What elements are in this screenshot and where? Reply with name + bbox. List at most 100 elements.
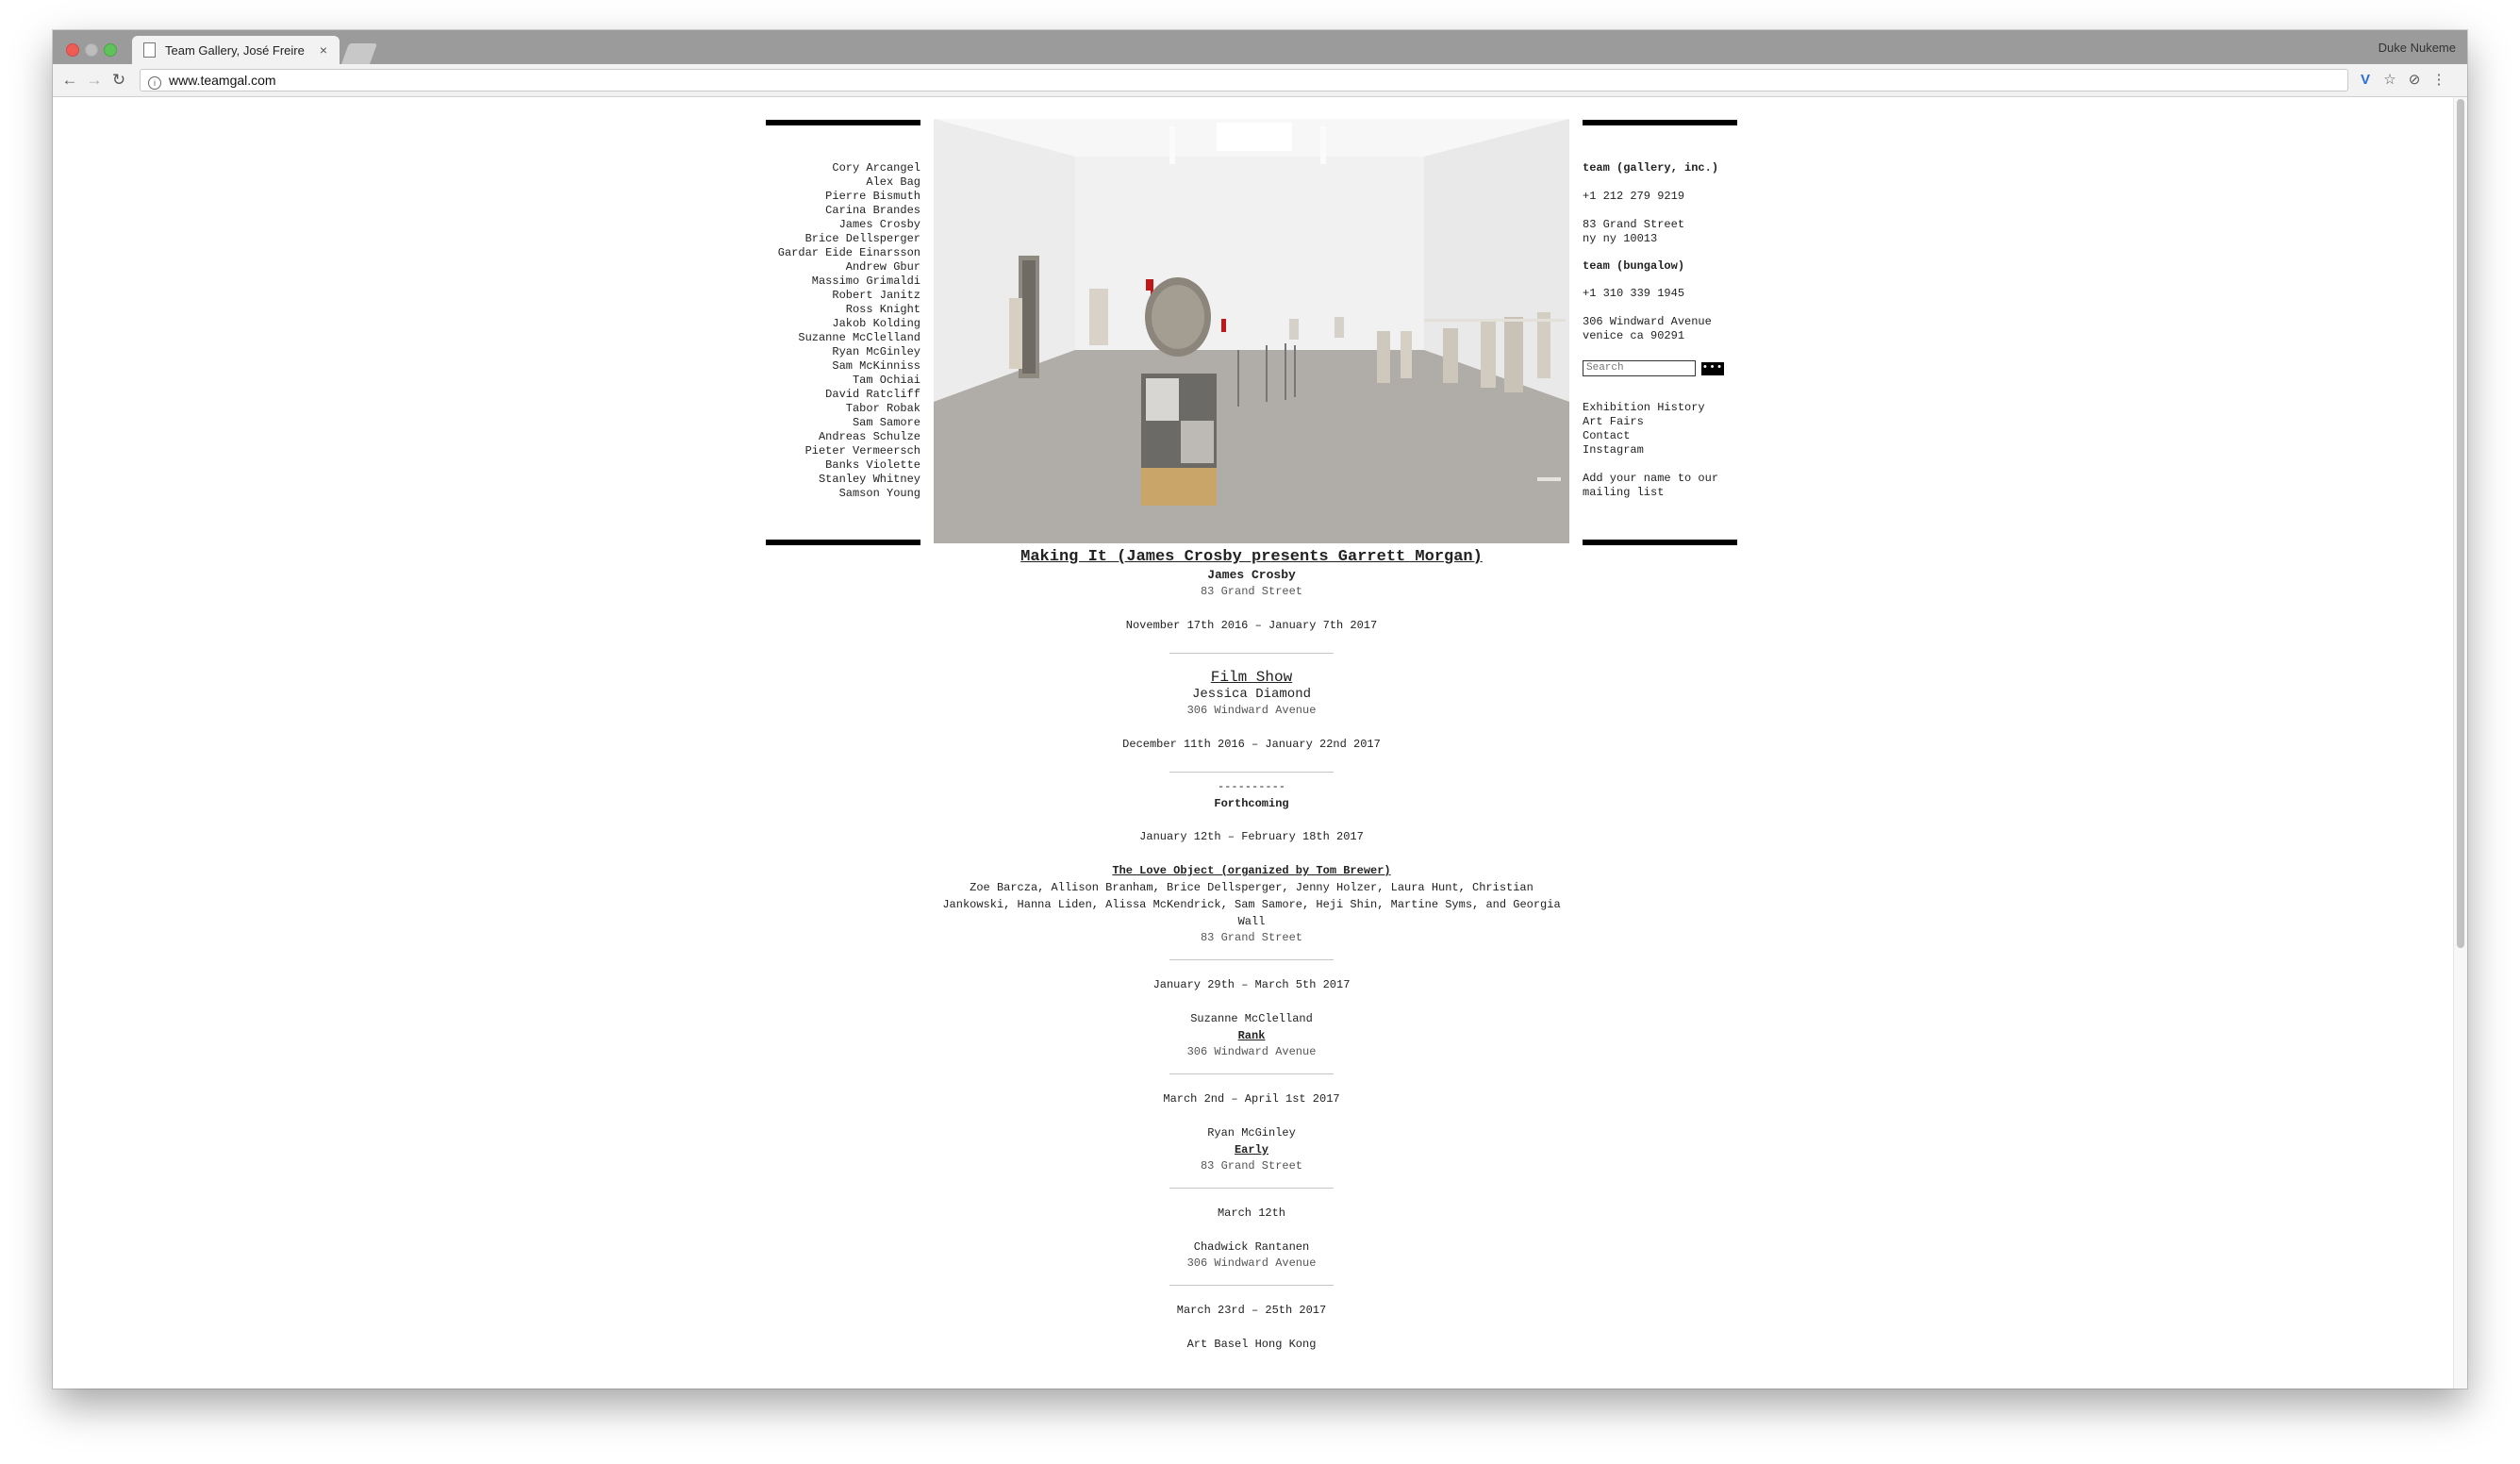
artist-link[interactable]: Tam Ochiai — [766, 374, 920, 388]
separator — [1169, 1188, 1334, 1189]
tab-title: Team Gallery, José Freire — [165, 42, 305, 58]
forthcoming-location: 83 Grand Street — [1200, 1159, 1303, 1173]
gallery-address-line-1: 83 Grand Street — [1583, 218, 1685, 231]
forward-arrow-icon[interactable]: → — [85, 71, 104, 90]
bookmark-star-icon[interactable]: ☆ — [2380, 71, 2399, 90]
exhibition-title[interactable]: Making It (James Crosby presents Garrett… — [934, 548, 1569, 567]
menu-icon[interactable]: ⋮ — [2429, 71, 2448, 90]
address-bar[interactable]: i www.teamgal.com — [140, 69, 2348, 92]
profile-name[interactable]: Duke Nukeme — [2379, 41, 2456, 55]
artist-link[interactable]: Pierre Bismuth — [766, 190, 920, 204]
exhibition-dates: November 17th 2016 – January 7th 2017 — [1125, 619, 1378, 632]
bungalow-name: team (bungalow) — [1583, 259, 1685, 273]
forthcoming-title[interactable]: The Love Object (organized by Tom Brewer… — [934, 862, 1569, 879]
document-icon — [143, 42, 156, 58]
artist-link[interactable]: Massimo Grimaldi — [766, 274, 920, 289]
forthcoming-dates: January 12th – February 18th 2017 — [1139, 830, 1364, 843]
forthcoming-artist: Chadwick Rantanen — [1193, 1240, 1310, 1254]
artist-link[interactable]: Andrew Gbur — [766, 260, 920, 274]
separator — [1169, 959, 1334, 960]
bungalow-phone[interactable]: +1 310 339 1945 — [1583, 287, 1737, 301]
back-arrow-icon[interactable]: ← — [60, 71, 79, 90]
mailing-list-text-2: mailing list — [1583, 486, 1665, 499]
bungalow-address-line-1: 306 Windward Avenue — [1583, 315, 1712, 328]
artist-link[interactable]: Gardar Eide Einarsson — [766, 246, 920, 260]
forthcoming-artist: Suzanne McClelland — [1190, 1012, 1313, 1025]
artist-link[interactable]: Sam Samore — [766, 416, 920, 430]
mailing-list-link[interactable]: Add your name to our mailing list — [1583, 472, 1737, 500]
forthcoming-title[interactable]: Rank — [934, 1027, 1569, 1044]
forthcoming-artists: Zoe Barcza, Allison Branham, Brice Dells… — [942, 881, 1561, 928]
artist-link[interactable]: Suzanne McClelland — [766, 331, 920, 345]
bottom-rule — [766, 540, 920, 545]
separator — [1169, 653, 1334, 654]
search-button[interactable]: ••• — [1701, 361, 1724, 375]
artist-link[interactable]: Ross Knight — [766, 303, 920, 317]
forthcoming-dates: March 2nd – April 1st 2017 — [1163, 1092, 1340, 1106]
artist-link[interactable]: Andreas Schulze — [766, 430, 920, 444]
exhibition-location: 83 Grand Street — [1200, 585, 1303, 598]
exhibition-location: 306 Windward Avenue — [1186, 704, 1317, 717]
artist-link[interactable]: Pieter Vermeersch — [766, 444, 920, 458]
forthcoming-location: 306 Windward Avenue — [1186, 1256, 1317, 1270]
dash-separator: ---------- — [1217, 780, 1285, 793]
forthcoming-heading: Forthcoming — [1214, 797, 1289, 810]
zoom-window-button[interactable] — [104, 43, 117, 57]
exhibition-artist: James Crosby — [1207, 568, 1296, 582]
artist-link[interactable]: Brice Dellsperger — [766, 232, 920, 246]
exhibition-listing: Making It (James Crosby presents Garrett… — [934, 548, 1569, 1353]
scrollbar-thumb[interactable] — [2457, 99, 2464, 948]
extension-shield-icon[interactable]: ⊘ — [2405, 71, 2424, 90]
search-input[interactable] — [1583, 360, 1696, 376]
artist-link[interactable]: Sam McKinniss — [766, 359, 920, 374]
bottom-rule-right — [1583, 540, 1737, 545]
info-icon[interactable]: i — [148, 76, 161, 90]
artist-link[interactable]: Banks Violette — [766, 458, 920, 473]
link-exhibition-history[interactable]: Exhibition History — [1583, 401, 1737, 415]
artist-link[interactable]: David Ratcliff — [766, 388, 920, 402]
gallery-installation-image — [934, 119, 1569, 543]
extension-v-icon[interactable]: V — [2356, 71, 2375, 90]
artist-link[interactable]: Stanley Whitney — [766, 473, 920, 487]
artist-link[interactable]: Samson Young — [766, 487, 920, 501]
forthcoming-title[interactable]: Early — [934, 1141, 1569, 1158]
artist-link[interactable]: Cory Arcangel — [766, 161, 920, 175]
artist-link[interactable]: Jakob Kolding — [766, 317, 920, 331]
new-tab-button[interactable] — [340, 43, 378, 64]
gallery-phone[interactable]: +1 212 279 9219 — [1583, 190, 1737, 204]
search-form: ••• — [1583, 360, 1737, 376]
artist-link[interactable]: Tabor Robak — [766, 402, 920, 416]
browser-tab[interactable]: Team Gallery, José Freire × — [132, 36, 340, 64]
link-instagram[interactable]: Instagram — [1583, 443, 1737, 458]
artist-column: Cory Arcangel Alex Bag Pierre Bismuth Carin… — [766, 120, 920, 545]
close-tab-icon[interactable]: × — [315, 42, 332, 58]
gallery-address-line-2: ny ny 10013 — [1583, 232, 1658, 245]
exhibition-artist: Jessica Diamond — [1191, 687, 1312, 702]
minimize-window-button[interactable] — [85, 43, 98, 57]
forthcoming-dates: January 29th – March 5th 2017 — [1152, 978, 1351, 991]
artist-link[interactable]: James Crosby — [766, 218, 920, 232]
title-bar: Team Gallery, José Freire × Duke Nukeme — [53, 30, 2467, 64]
scrollbar[interactable] — [2453, 97, 2467, 1389]
artist-link[interactable]: Ryan McGinley — [766, 345, 920, 359]
url-text: www.teamgal.com — [169, 73, 276, 88]
browser-window: Team Gallery, José Freire × Duke Nukeme … — [53, 30, 2467, 1389]
link-contact[interactable]: Contact — [1583, 429, 1737, 443]
contact-column: team (gallery, inc.) +1 212 279 9219 83 … — [1583, 120, 1737, 545]
forthcoming-dates: March 23rd – 25th 2017 — [1176, 1304, 1327, 1317]
top-rule-right — [1583, 120, 1737, 125]
artist-list: Cory Arcangel Alex Bag Pierre Bismuth Carin… — [766, 161, 920, 501]
link-art-fairs[interactable]: Art Fairs — [1583, 415, 1737, 429]
exhibition-title[interactable]: Film Show — [934, 669, 1569, 686]
gallery-name: team (gallery, inc.) — [1583, 161, 1719, 175]
exhibition-dates: December 11th 2016 – January 22nd 2017 — [1122, 738, 1381, 751]
separator — [1169, 1285, 1334, 1286]
close-window-button[interactable] — [66, 43, 79, 57]
artist-link[interactable]: Alex Bag — [766, 175, 920, 190]
artist-link[interactable]: Carina Brandes — [766, 204, 920, 218]
artist-link[interactable]: Robert Janitz — [766, 289, 920, 303]
reload-icon[interactable]: ↻ — [109, 71, 128, 90]
forthcoming-location: 83 Grand Street — [1200, 931, 1303, 944]
forthcoming-location: 306 Windward Avenue — [1186, 1045, 1317, 1058]
forthcoming-dates: March 12th — [1217, 1206, 1285, 1220]
